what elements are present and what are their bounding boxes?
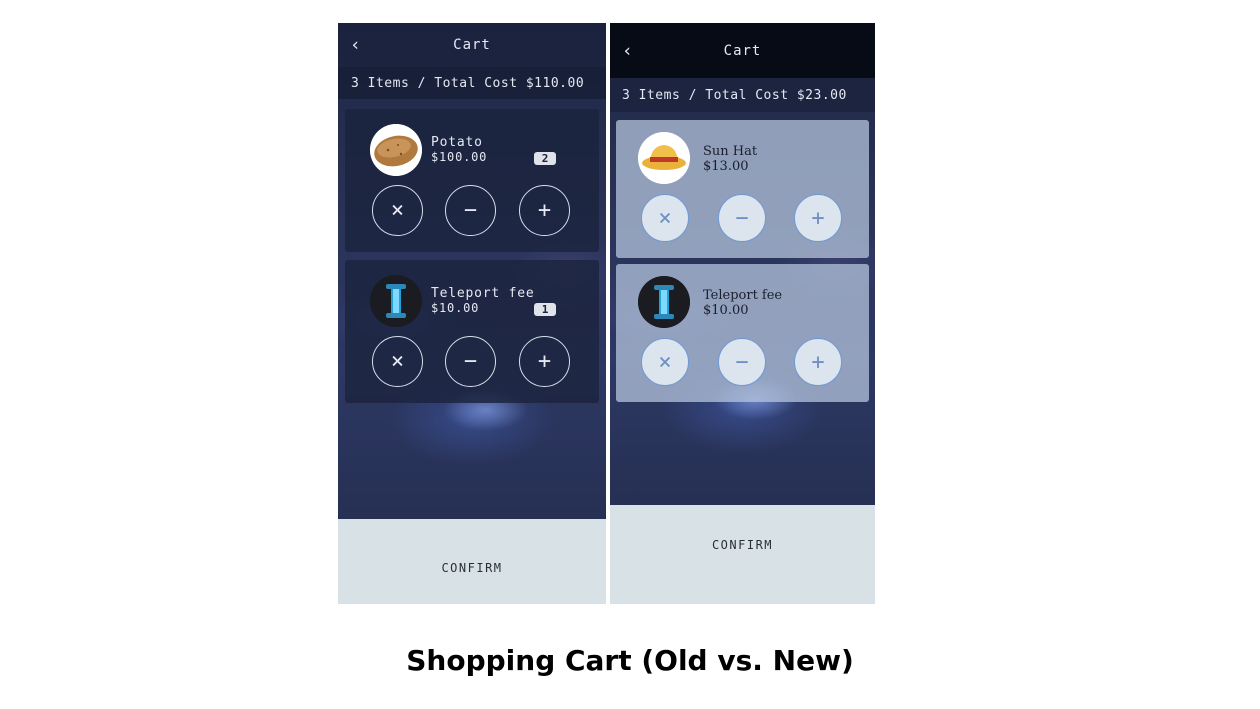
teleport-portal-image [370, 275, 422, 327]
page-title: Cart [723, 42, 762, 59]
top-bar: ‹ Cart [338, 23, 606, 67]
item-price: $100.00 [431, 150, 488, 164]
plus-icon: + [537, 349, 552, 374]
close-icon: × [390, 349, 405, 374]
cart-summary: 3 Items / Total Cost $23.00 [610, 78, 875, 112]
item-name: Teleport fee [703, 288, 783, 303]
confirm-button[interactable]: CONFIRM [338, 519, 606, 604]
back-chevron-icon[interactable]: ‹ [350, 35, 361, 56]
item-name: Potato [431, 135, 483, 150]
remove-item-button[interactable]: × [372, 185, 423, 236]
cart-item-card: Teleport fee $10.00 1 × − + [345, 260, 599, 403]
minus-icon: − [735, 349, 749, 375]
cart-summary: 3 Items / Total Cost $110.00 [338, 67, 606, 99]
back-chevron-icon[interactable]: ‹ [622, 40, 633, 61]
item-name: Teleport fee [431, 286, 535, 301]
quantity-badge: 2 [534, 152, 556, 165]
plus-icon: + [537, 198, 552, 223]
increase-quantity-button[interactable]: + [794, 194, 842, 242]
item-price: $10.00 [431, 301, 480, 315]
decrease-quantity-button[interactable]: − [445, 336, 496, 387]
top-bar: ‹ Cart [610, 23, 875, 78]
close-icon: × [658, 349, 672, 375]
minus-icon: − [463, 349, 478, 374]
decrease-quantity-button[interactable]: − [445, 185, 496, 236]
page-title: Cart [453, 37, 491, 53]
decrease-quantity-button[interactable]: − [718, 338, 766, 386]
teleport-portal-image [638, 276, 690, 328]
quantity-badge: 1 [534, 303, 556, 316]
increase-quantity-button[interactable]: + [519, 336, 570, 387]
minus-icon: − [735, 205, 749, 231]
minus-icon: − [463, 198, 478, 223]
increase-quantity-button[interactable]: + [519, 185, 570, 236]
potato-image [370, 124, 422, 176]
sun-hat-image [638, 132, 690, 184]
item-price: $13.00 [703, 159, 749, 174]
cart-item-card: Potato $100.00 2 × − + [345, 109, 599, 252]
plus-icon: + [811, 205, 825, 231]
close-icon: × [658, 205, 672, 231]
increase-quantity-button[interactable]: + [794, 338, 842, 386]
item-price: $10.00 [703, 303, 749, 318]
old-cart-screen: ‹ Cart 3 Items / Total Cost $110.00 Pota… [338, 23, 606, 604]
item-name: Sun Hat [703, 144, 758, 159]
remove-item-button[interactable]: × [372, 336, 423, 387]
cart-item-card: Teleport fee $10.00 × − + [616, 264, 869, 402]
plus-icon: + [811, 349, 825, 375]
decrease-quantity-button[interactable]: − [718, 194, 766, 242]
close-icon: × [390, 198, 405, 223]
figure-caption: Shopping Cart (Old vs. New) [406, 644, 854, 677]
cart-item-card: Sun Hat $13.00 × − + [616, 120, 869, 258]
remove-item-button[interactable]: × [641, 338, 689, 386]
confirm-button[interactable]: CONFIRM [610, 505, 875, 604]
new-cart-screen: ‹ Cart 3 Items / Total Cost $23.00 Sun H… [610, 23, 875, 604]
remove-item-button[interactable]: × [641, 194, 689, 242]
